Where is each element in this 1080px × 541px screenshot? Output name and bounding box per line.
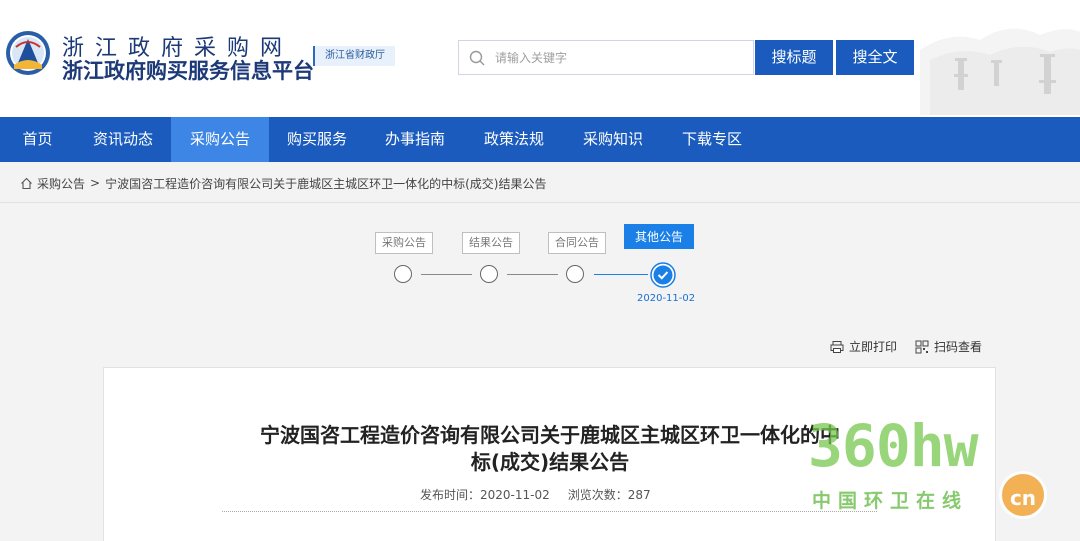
check-circle-icon	[650, 262, 676, 288]
search-input[interactable]	[495, 41, 750, 74]
step-label-procurement[interactable]: 采购公告	[375, 232, 433, 254]
search-box	[458, 40, 754, 75]
nav-item-home[interactable]: 首页	[0, 117, 75, 162]
home-icon[interactable]	[20, 177, 33, 190]
nav-item-downloads[interactable]: 下载专区	[663, 117, 761, 162]
search-icon	[469, 50, 485, 66]
page-tools: 立即打印 扫码查看	[830, 338, 982, 355]
step-date: 2020-11-02	[637, 293, 696, 304]
step-line-1	[421, 274, 472, 275]
search-fulltext-button[interactable]: 搜全文	[836, 40, 914, 75]
nav-item-knowledge[interactable]: 采购知识	[563, 117, 663, 162]
step-line-2	[507, 274, 558, 275]
dept-badge[interactable]: 浙江省财政厅	[313, 46, 395, 66]
breadcrumb: 采购公告 > 宁波国咨工程造价咨询有限公司关于鹿城区主城区环卫一体化的中标(成交…	[20, 174, 546, 192]
nav-item-guide[interactable]: 办事指南	[365, 117, 465, 162]
nav-item-procurement[interactable]: 采购公告	[171, 117, 269, 162]
document-title: 宁波国咨工程造价咨询有限公司关于鹿城区主城区环卫一体化的中 标(成交)结果公告	[230, 422, 870, 476]
qr-code-icon	[915, 340, 929, 353]
publish-date: 2020-11-02	[480, 488, 550, 502]
step-line-3	[594, 274, 648, 275]
watermark-brand: 360hw	[808, 412, 979, 480]
document-meta: 发布时间：2020-11-02 浏览次数：287	[420, 486, 651, 503]
nav-item-policy[interactable]: 政策法规	[465, 117, 563, 162]
breadcrumb-divider	[0, 202, 1080, 203]
views-label: 浏览次数：	[567, 488, 628, 502]
document-divider	[222, 511, 877, 512]
breadcrumb-home[interactable]: 采购公告	[37, 175, 85, 192]
landscape-decoration-icon	[920, 28, 1080, 115]
step-circle-1	[394, 265, 412, 283]
site-logo-icon[interactable]	[4, 29, 52, 81]
breadcrumb-current: 宁波国咨工程造价咨询有限公司关于鹿城区主城区环卫一体化的中标(成交)结果公告	[105, 176, 547, 191]
step-circle-2	[480, 265, 498, 283]
main-nav: 首页 资讯动态 采购公告 购买服务 办事指南 政策法规 采购知识 下载专区	[0, 117, 1080, 162]
step-label-contract[interactable]: 合同公告	[548, 232, 606, 254]
site-subtitle: 浙江政府购买服务信息平台	[62, 59, 314, 83]
printer-icon	[830, 340, 844, 353]
step-circle-3	[566, 265, 584, 283]
breadcrumb-separator: >	[90, 176, 101, 190]
print-label: 立即打印	[848, 340, 897, 354]
qr-label: 扫码查看	[933, 340, 982, 354]
site-header: 浙江政府采购网 浙江政府购买服务信息平台 浙江省财政厅 搜标题 搜全文	[0, 0, 1080, 117]
search-title-button[interactable]: 搜标题	[755, 40, 833, 75]
print-button[interactable]: 立即打印	[830, 338, 897, 355]
qr-view-button[interactable]: 扫码查看	[915, 338, 982, 355]
step-label-result[interactable]: 结果公告	[462, 232, 520, 254]
watermark-badge: cn	[999, 471, 1047, 519]
publish-label: 发布时间：	[420, 488, 481, 502]
step-label-other[interactable]: 其他公告	[624, 224, 695, 249]
nav-item-services[interactable]: 购买服务	[269, 117, 365, 162]
document-title-line1: 宁波国咨工程造价咨询有限公司关于鹿城区主城区环卫一体化的中	[260, 423, 840, 447]
views-count: 287	[627, 488, 651, 502]
watermark-tagline: 中国环卫在线	[812, 490, 969, 512]
nav-item-news[interactable]: 资讯动态	[75, 117, 171, 162]
document-title-line2: 标(成交)结果公告	[470, 450, 630, 474]
